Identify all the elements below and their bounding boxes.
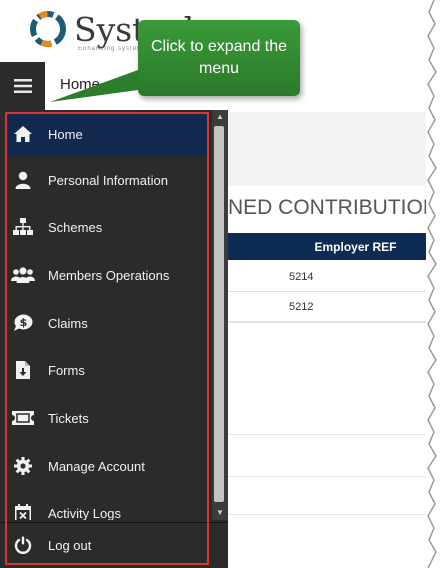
- hamburger-icon: [13, 79, 32, 93]
- table-cell: 5212: [289, 301, 314, 313]
- sidebar-item-label: Tickets: [48, 410, 89, 426]
- sidebar: Home Personal Information Schemes Member…: [0, 110, 228, 568]
- ticket-icon: [10, 407, 36, 429]
- sidebar-item-label: Members Operations: [48, 267, 170, 283]
- sidebar-item-members-operations[interactable]: Members Operations: [8, 253, 208, 297]
- sidebar-divider: [0, 522, 228, 523]
- table-row[interactable]: 5212: [228, 292, 428, 322]
- money-bubble-icon: $: [10, 312, 36, 334]
- logo-mark-icon: [30, 11, 66, 47]
- home-icon: [10, 123, 36, 145]
- scrollbar-thumb[interactable]: [214, 126, 224, 502]
- sidebar-item-forms[interactable]: Forms: [8, 348, 208, 392]
- scroll-down-icon[interactable]: ▼: [212, 506, 228, 520]
- sidebar-item-claims[interactable]: $ Claims: [8, 301, 208, 345]
- sidebar-item-label: Schemes: [48, 219, 103, 235]
- sidebar-item-manage-account[interactable]: Manage Account: [8, 444, 208, 488]
- users-icon: [10, 264, 36, 286]
- section-title: NED CONTRIBUTION: [228, 196, 428, 219]
- sidebar-item-personal-information[interactable]: Personal Information: [8, 158, 208, 202]
- divider: [228, 514, 428, 515]
- gear-icon: [10, 455, 36, 477]
- sidebar-item-tickets[interactable]: Tickets: [8, 396, 208, 440]
- sidebar-item-label: Forms: [48, 362, 85, 378]
- divider: [228, 476, 428, 477]
- sidebar-item-home[interactable]: Home: [8, 112, 208, 156]
- person-icon: [10, 169, 36, 191]
- sidebar-item-activity-logs[interactable]: Activity Logs: [8, 491, 208, 520]
- sidebar-menu: Home Personal Information Schemes Member…: [0, 110, 212, 520]
- callout-tooltip: Click to expand the menu: [50, 20, 300, 102]
- sitemap-icon: [10, 216, 36, 238]
- sidebar-item-schemes[interactable]: Schemes: [8, 205, 208, 249]
- sidebar-item-label: Manage Account: [48, 458, 145, 474]
- page: Systech Enhancing systems Home NED CONTR…: [0, 0, 428, 568]
- sidebar-item-label: Personal Information: [48, 172, 168, 188]
- sidebar-item-label: Activity Logs: [48, 505, 121, 521]
- table-header-employer-ref: Employer REF: [228, 233, 428, 260]
- callout-text: Click to expand the menu: [150, 38, 288, 77]
- file-download-icon: [10, 359, 36, 381]
- menu-toggle-button[interactable]: [0, 62, 45, 110]
- scroll-up-icon[interactable]: ▲: [212, 110, 228, 124]
- sidebar-item-label: Claims: [48, 315, 88, 331]
- svg-text:$: $: [20, 316, 28, 329]
- calendar-x-icon: [10, 502, 36, 520]
- divider: [228, 322, 428, 323]
- power-icon: [10, 534, 36, 556]
- torn-edge: [426, 0, 437, 568]
- table-cell: 5214: [289, 271, 314, 283]
- divider: [228, 434, 428, 435]
- callout-pointer: [50, 70, 138, 102]
- logout-label: Log out: [48, 537, 92, 553]
- logout-button[interactable]: Log out: [8, 525, 208, 565]
- sidebar-item-label: Home: [48, 126, 83, 142]
- table-row[interactable]: 5214: [228, 262, 428, 292]
